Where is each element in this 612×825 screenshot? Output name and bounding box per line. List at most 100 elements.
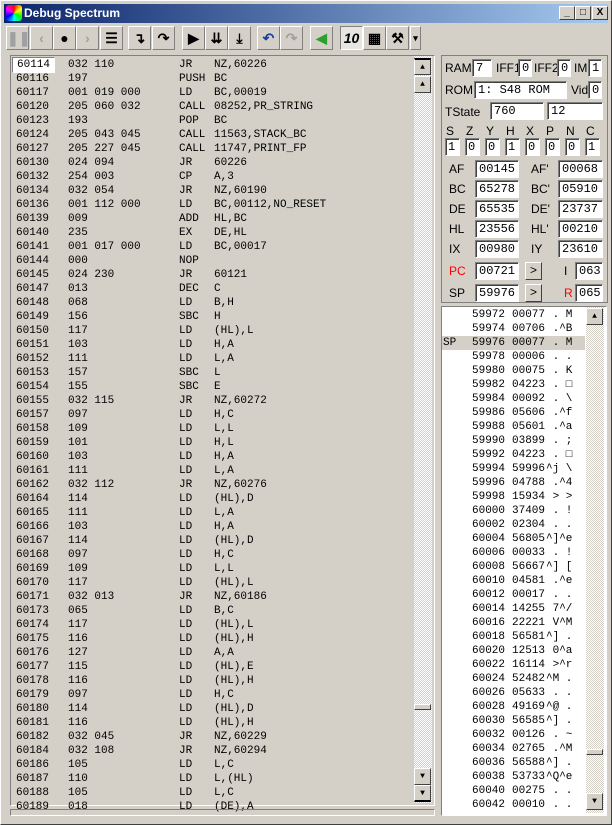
disasm-row[interactable]: 60157 097 LD H,C [11, 408, 411, 422]
scroll-down-button[interactable]: ▼ [586, 793, 603, 810]
disasm-row[interactable]: 60152 111 LD L,A [11, 352, 411, 366]
memory-button[interactable]: ▦ [363, 26, 386, 50]
flag-z-field[interactable]: 0 [465, 138, 480, 156]
disasm-row[interactable]: 60181 116 LD (HL),H [11, 716, 411, 730]
disasm-row[interactable]: 60167 114 LD (HL),D [11, 534, 411, 548]
stack-row[interactable]: 60030 56585 ^] . [442, 714, 585, 728]
disasm-row[interactable]: 60116 197 PUSH BC [11, 72, 411, 86]
stack-row[interactable]: 59986 05606 .^f [442, 406, 585, 420]
rom-field[interactable]: 1: S48 ROM [474, 81, 567, 99]
minimize-button[interactable]: _ [559, 6, 575, 20]
stack-row[interactable]: 59988 05601 .^a [442, 420, 585, 434]
sp-field[interactable]: 59976 [475, 284, 519, 302]
disasm-row[interactable]: 60154 155 SBC E [11, 380, 411, 394]
disasm-row[interactable]: 60159 101 LD H,L [11, 436, 411, 450]
disasm-row[interactable]: 60114 032 110 JR NZ,60226 [11, 57, 411, 73]
stack-row[interactable]: 60002 02304 . . [442, 518, 585, 532]
close-button[interactable]: X [592, 6, 608, 20]
disasm-row[interactable]: 60151 103 LD H,A [11, 338, 411, 352]
disasm-row[interactable]: 60175 116 LD (HL),H [11, 632, 411, 646]
reg-hl-field[interactable]: 23556 [475, 220, 519, 238]
reg-af-alt-field[interactable]: 00068 [558, 160, 603, 178]
pc-field[interactable]: 00721 [475, 262, 519, 280]
flag-x-field[interactable]: 0 [525, 138, 540, 156]
ram-field[interactable]: 7 [472, 59, 492, 77]
step-over-button[interactable]: ↷ [152, 26, 175, 50]
stack-row[interactable]: 60034 02765 .^M [442, 742, 585, 756]
stack-row[interactable]: 60026 05633 . . [442, 686, 585, 700]
stack-row[interactable]: 60000 37409 . ! [442, 504, 585, 518]
sp-goto-button[interactable]: > [525, 284, 542, 302]
step-into-button[interactable]: ↴ [128, 26, 151, 50]
disasm-row[interactable]: 60120 205 060 032 CALL 08252,PR_STRING [11, 100, 411, 114]
disasm-row[interactable]: 60176 127 LD A,A [11, 646, 411, 660]
step-forward-button[interactable]: › [76, 26, 99, 50]
i-field[interactable]: 063 [575, 262, 603, 280]
disasm-row[interactable]: 60162 032 112 JR NZ,60276 [11, 478, 411, 492]
disasm-row[interactable]: 60168 097 LD H,C [11, 548, 411, 562]
disasm-row[interactable]: 60160 103 LD H,A [11, 450, 411, 464]
breakpoint-button[interactable]: ● [53, 26, 76, 50]
disasm-row[interactable]: 60117 001 019 000 LD BC,00019 [11, 86, 411, 100]
stack-row[interactable]: 60032 00126 . ~ [442, 728, 585, 742]
stack-row[interactable]: 59974 00706 .^B [442, 322, 585, 336]
disasm-row[interactable]: 60145 024 230 JR 60121 [11, 268, 411, 282]
stack-row[interactable]: 60018 56581 ^] . [442, 630, 585, 644]
tools-button[interactable]: ⚒ [386, 26, 409, 50]
disasm-row[interactable]: 60144 000 NOP [11, 254, 411, 268]
stack-row[interactable]: 60004 56805 ^]^e [442, 532, 585, 546]
disasm-row[interactable]: 60132 254 003 CP A,3 [11, 170, 411, 184]
stack-row[interactable]: 60016 22221 V^M [442, 616, 585, 630]
disasm-row[interactable]: 60139 009 ADD HL,BC [11, 212, 411, 226]
scroll-bottom-button[interactable]: ▼ [414, 785, 431, 802]
stack-row[interactable]: 59984 00092 . \ [442, 392, 585, 406]
stack-row[interactable]: 60022 16114 >^r [442, 658, 585, 672]
disasm-row[interactable]: 60187 110 LD L,(HL) [11, 772, 411, 786]
pc-goto-button[interactable]: > [525, 262, 542, 280]
disasm-row[interactable]: 60149 156 SBC H [11, 310, 411, 324]
disasm-scrollbar[interactable]: ▲ ▲ ▼ ▼ [414, 56, 432, 803]
disasm-row[interactable]: 60130 024 094 JR 60226 [11, 156, 411, 170]
maximize-button[interactable]: □ [575, 6, 591, 20]
flag-h-field[interactable]: 1 [505, 138, 520, 156]
stack-row[interactable]: SP 59976 00077 . M [442, 336, 585, 350]
flag-s-field[interactable]: 1 [445, 138, 460, 156]
stack-row[interactable]: 60024 52482 ^M . [442, 672, 585, 686]
r-field[interactable]: 065 [575, 284, 603, 302]
reg-hl-alt-field[interactable]: 00210 [558, 220, 603, 238]
reg-de-field[interactable]: 65535 [475, 200, 519, 218]
pause-button[interactable]: ❚❚ [6, 26, 30, 50]
scroll-thumb[interactable] [586, 749, 603, 755]
stack-row[interactable]: 59994 59996 ^j \ [442, 462, 585, 476]
stack-row[interactable]: 59990 03899 . ; [442, 434, 585, 448]
stack-row[interactable]: 60020 12513 0^a [442, 644, 585, 658]
disasm-row[interactable]: 60164 114 LD (HL),D [11, 492, 411, 506]
reg-bc-alt-field[interactable]: 05910 [558, 180, 603, 198]
tstate-field[interactable]: 760 [490, 102, 544, 120]
disasm-row[interactable]: 60141 001 017 000 LD BC,00017 [11, 240, 411, 254]
flag-n-field[interactable]: 0 [565, 138, 580, 156]
disasm-row[interactable]: 60134 032 054 JR NZ,60190 [11, 184, 411, 198]
disasm-row[interactable]: 60153 157 SBC L [11, 366, 411, 380]
reg-af-field[interactable]: 00145 [475, 160, 519, 178]
stack-row[interactable]: 60028 49169 ^@ . [442, 700, 585, 714]
disasm-row[interactable]: 60161 111 LD L,A [11, 464, 411, 478]
disasm-row[interactable]: 60188 105 LD L,C [11, 786, 411, 800]
stack-row[interactable]: 60040 00275 . . [442, 784, 585, 798]
disasm-row[interactable]: 60136 001 112 000 LD BC,00112,NO_RESET [11, 198, 411, 212]
run-frame-button[interactable]: ⤓ [228, 26, 251, 50]
stack-row[interactable]: 60012 00017 . . [442, 588, 585, 602]
disasm-row[interactable]: 60169 109 LD L,L [11, 562, 411, 576]
disasm-row[interactable]: 60184 032 108 JR NZ,60294 [11, 744, 411, 758]
stack-row[interactable]: 59998 15934 > > [442, 490, 585, 504]
iff1-field[interactable]: 0 [518, 59, 532, 77]
disasm-row[interactable]: 60179 097 LD H,C [11, 688, 411, 702]
list-button[interactable]: ☰ [100, 26, 123, 50]
disasm-row[interactable]: 60158 109 LD L,L [11, 422, 411, 436]
disassembly-view[interactable]: 60114 032 110 JR NZ,60226 60116 197 PUSH BC 6011… [10, 55, 435, 813]
stack-row[interactable]: 59978 00006 . . [442, 350, 585, 364]
flag-y-field[interactable]: 0 [485, 138, 500, 156]
disasm-row[interactable]: 60150 117 LD (HL),L [11, 324, 411, 338]
stack-row[interactable]: 59992 04223 . □ [442, 448, 585, 462]
stack-row[interactable]: 59996 04788 .^4 [442, 476, 585, 490]
